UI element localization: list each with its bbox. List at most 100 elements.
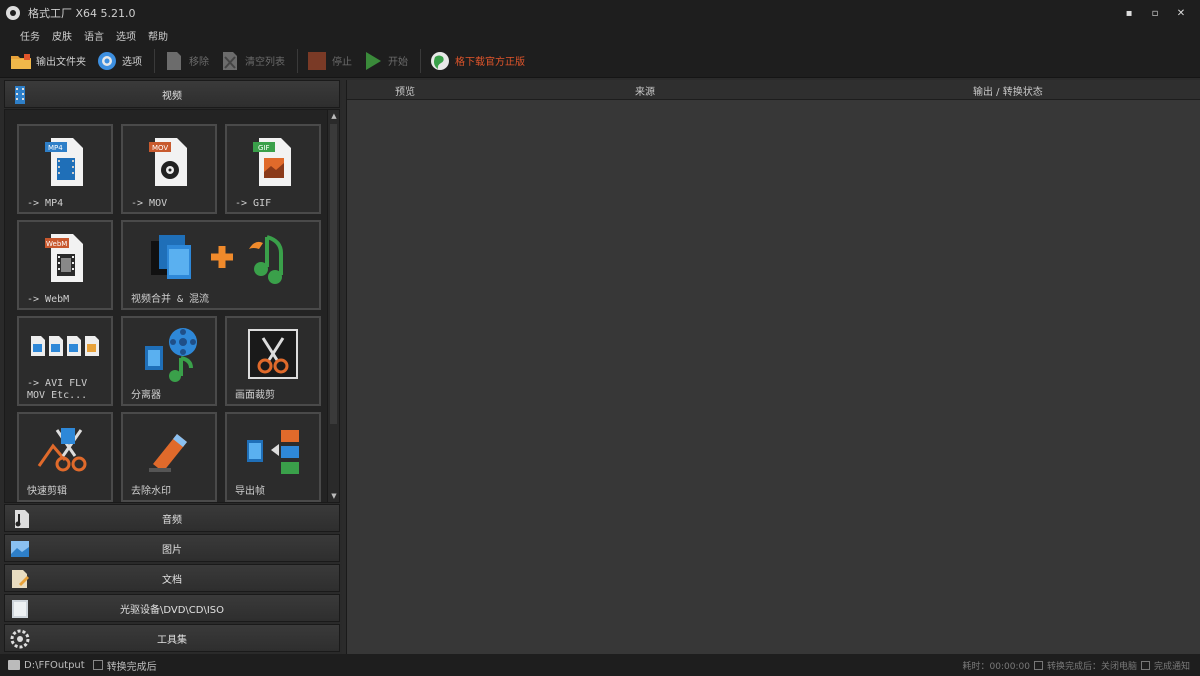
film-strip-icon xyxy=(9,84,31,106)
stop-icon xyxy=(306,50,328,72)
tile-splitter[interactable]: 分离器 xyxy=(121,316,217,406)
webm-file-icon: WebM xyxy=(19,226,111,290)
stop-button[interactable]: 停止 xyxy=(306,47,352,75)
toolbox-gear-icon xyxy=(9,628,31,650)
options-button[interactable]: 选项 xyxy=(96,47,142,75)
menu-language[interactable]: 语言 xyxy=(78,28,110,43)
category-video-label: 视频 xyxy=(162,90,182,102)
toolbar-separator xyxy=(297,48,298,73)
tile-label: 画面裁剪 xyxy=(235,390,275,401)
shutdown-label: 转换完成后：关闭电脑 xyxy=(1046,662,1137,672)
eraser-icon xyxy=(123,418,215,482)
close-button[interactable]: ✕ xyxy=(1168,4,1194,22)
clear-document-icon xyxy=(219,50,241,72)
scroll-up-arrow-icon[interactable]: ▲ xyxy=(328,110,339,122)
scroll-down-arrow-icon[interactable]: ▼ xyxy=(328,490,339,502)
mp4-file-icon: MP4 xyxy=(19,130,111,194)
tile-label: -> GIF xyxy=(235,198,272,209)
gif-file-icon: GIF xyxy=(227,130,319,194)
grid-scrollbar[interactable]: ▲ ▼ xyxy=(327,110,339,502)
tile-label: 分离器 xyxy=(131,390,161,401)
tile-to-mp4[interactable]: MP4 -> MP4 xyxy=(17,124,113,214)
video-tools-grid: MP4 -> MP4 MOV -> MOV GIF -> GIF WebM ->… xyxy=(4,109,340,503)
tile-remove-watermark[interactable]: 去除水印 xyxy=(121,412,217,502)
tile-label: -> WebM xyxy=(27,294,70,305)
column-source[interactable]: 来源 xyxy=(635,83,655,98)
quick-clip-icon xyxy=(19,418,111,482)
task-list-header: 预览 来源 输出 / 转换状态 xyxy=(347,80,1200,100)
category-video[interactable]: 视频 xyxy=(4,80,340,108)
mov-badge-text: MOV xyxy=(152,144,168,152)
tile-to-avi-flv-mov[interactable]: -> AVI FLV MOV Etc... xyxy=(17,316,113,406)
tile-label: -> MOV xyxy=(131,198,168,209)
menu-help[interactable]: 帮助 xyxy=(142,28,174,43)
maximize-button[interactable]: ▫ xyxy=(1142,4,1168,22)
tile-to-mov[interactable]: MOV -> MOV xyxy=(121,124,217,214)
folder-icon xyxy=(8,660,20,670)
minimize-button[interactable]: ▪ xyxy=(1116,4,1142,22)
play-icon xyxy=(362,50,384,72)
folder-icon xyxy=(10,50,32,72)
output-folder-button[interactable]: 输出文件夹 xyxy=(10,47,86,75)
mp4-badge-text: MP4 xyxy=(48,144,63,152)
webm-badge-text: WebM xyxy=(46,240,67,248)
after-convert-label: 转换完成后 xyxy=(106,661,157,673)
notify-checkbox[interactable] xyxy=(1140,661,1150,670)
category-audio[interactable]: 音频 xyxy=(4,504,340,532)
status-bar: D:\FFOutput 转换完成后 耗时：00:00:00 转换完成后：关闭电脑… xyxy=(0,654,1200,676)
tile-label: -> AVI FLV MOV Etc... xyxy=(27,378,88,401)
menu-options[interactable]: 选项 xyxy=(110,28,142,43)
document-icon xyxy=(163,50,185,72)
tile-label: 导出帧 xyxy=(235,486,265,497)
category-toolbox-label: 工具集 xyxy=(157,634,187,646)
tile-crop[interactable]: 画面裁剪 xyxy=(225,316,321,406)
output-path[interactable]: D:\FFOutput xyxy=(24,660,85,671)
category-picture[interactable]: 图片 xyxy=(4,534,340,562)
tile-label: 视频合并 & 混流 xyxy=(131,294,210,305)
task-list-panel[interactable]: 预览 来源 输出 / 转换状态 xyxy=(346,80,1200,654)
window-controls: ▪ ▫ ✕ xyxy=(1116,4,1194,22)
category-document-label: 文档 xyxy=(162,574,182,586)
tile-to-gif[interactable]: GIF -> GIF xyxy=(225,124,321,214)
window-title: 格式工厂 X64 5.21.0 xyxy=(28,7,136,20)
shutdown-checkbox[interactable] xyxy=(1033,661,1043,670)
tile-merge-mux[interactable]: 视频合并 & 混流 xyxy=(121,220,321,310)
tile-label: 快速剪辑 xyxy=(27,486,67,497)
toolbar-separator xyxy=(420,48,421,73)
menu-bar: 任务 皮肤 语言 选项 帮助 xyxy=(0,26,1200,44)
category-toolbox[interactable]: 工具集 xyxy=(4,624,340,652)
menu-skin[interactable]: 皮肤 xyxy=(46,28,78,43)
notify-label: 完成通知 xyxy=(1153,662,1190,672)
globe-icon xyxy=(429,50,451,72)
tile-label: -> MP4 xyxy=(27,198,64,209)
category-audio-label: 音频 xyxy=(162,514,182,526)
multi-format-icon xyxy=(19,322,111,368)
elapsed-time: 耗时：00:00:00 xyxy=(962,662,1030,672)
title-bar: 格式工厂 X64 5.21.0 ▪ ▫ ✕ xyxy=(0,0,1200,26)
splitter-icon xyxy=(123,322,215,386)
category-picture-label: 图片 xyxy=(162,544,182,556)
tile-quick-clip[interactable]: 快速剪辑 xyxy=(17,412,113,502)
column-output-status[interactable]: 输出 / 转换状态 xyxy=(973,83,1043,98)
category-document[interactable]: 文档 xyxy=(4,564,340,592)
toolbar: 输出文件夹 选项 移除 清空列表 停止 开始 格下载官方正版 xyxy=(0,44,1200,78)
status-right-group: 耗时：00:00:00 转换完成后：关闭电脑 完成通知 xyxy=(963,659,1190,672)
start-button[interactable]: 开始 xyxy=(362,47,408,75)
scroll-thumb[interactable] xyxy=(330,124,337,424)
category-disc-label: 光驱设备\DVD\CD\ISO xyxy=(119,604,225,616)
category-disc[interactable]: 光驱设备\DVD\CD\ISO xyxy=(4,594,340,622)
function-panel: 视频 MP4 -> MP4 MOV -> MOV GIF -> GIF WebM xyxy=(0,80,342,654)
remove-button[interactable]: 移除 xyxy=(163,47,209,75)
merge-video-audio-icon xyxy=(123,226,319,290)
column-preview[interactable]: 预览 xyxy=(395,83,415,98)
gif-badge-text: GIF xyxy=(258,144,270,152)
document-pencil-icon xyxy=(9,568,31,590)
menu-task[interactable]: 任务 xyxy=(14,28,46,43)
tile-to-webm[interactable]: WebM -> WebM xyxy=(17,220,113,310)
tile-label: 去除水印 xyxy=(131,486,171,497)
disc-drive-icon xyxy=(9,598,31,620)
after-convert-checkbox[interactable] xyxy=(92,660,103,670)
tile-export-frames[interactable]: 导出帧 xyxy=(225,412,321,502)
clear-list-button[interactable]: 清空列表 xyxy=(219,47,285,75)
download-official-button[interactable]: 格下载官方正版 xyxy=(429,47,525,75)
